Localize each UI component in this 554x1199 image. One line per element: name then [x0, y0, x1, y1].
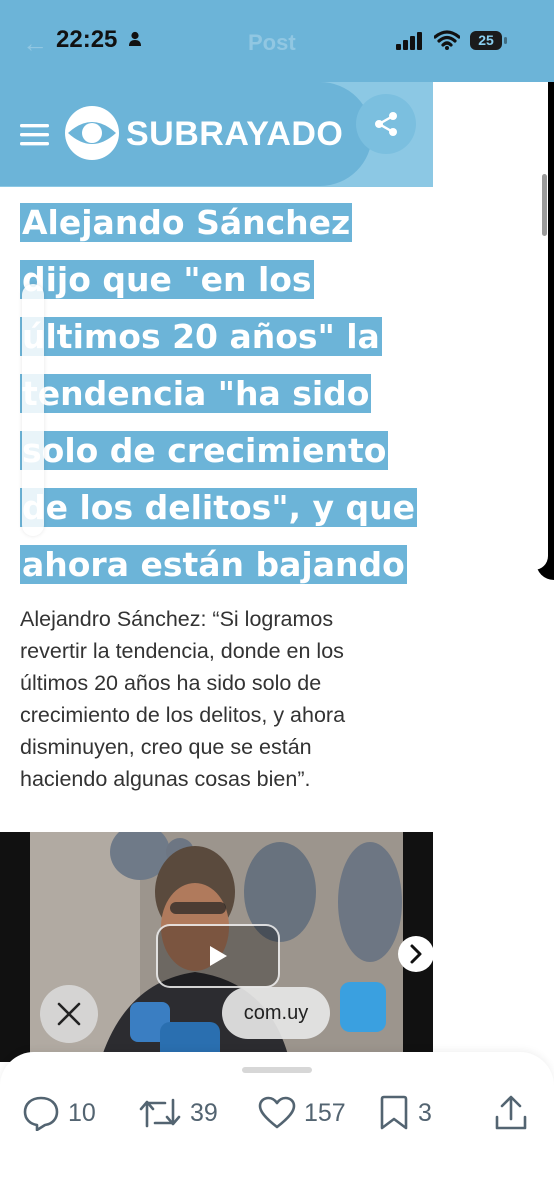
headline-line: ahora están bajando	[20, 545, 407, 584]
status-bar: ← 22:25 Post 25	[0, 0, 554, 82]
repost-button[interactable]: 39	[138, 1094, 218, 1132]
background-edge-inner	[534, 80, 548, 570]
status-time: 22:25	[56, 26, 118, 53]
close-button[interactable]	[40, 985, 98, 1043]
upload-share-icon	[495, 1095, 527, 1130]
play-button[interactable]	[156, 924, 280, 988]
close-icon	[57, 1002, 81, 1026]
bookmark-count: 3	[418, 1098, 432, 1127]
reply-button[interactable]: 10	[22, 1094, 96, 1132]
like-button[interactable]: 157	[258, 1094, 346, 1132]
next-button[interactable]	[398, 936, 434, 972]
headline-line: dijo que "en los	[20, 260, 314, 299]
bookmark-icon	[380, 1095, 408, 1130]
reply-count: 10	[68, 1098, 96, 1127]
text-selection-handle[interactable]	[22, 284, 44, 536]
headline-line: últimos 20 años" la	[20, 317, 382, 356]
like-count: 157	[304, 1098, 346, 1127]
battery-tip	[504, 37, 507, 44]
reply-icon	[23, 1096, 59, 1131]
bookmark-button[interactable]: 3	[378, 1094, 432, 1132]
share-tweet-button[interactable]	[494, 1094, 528, 1132]
screen: ← 22:25 Post 25 SUBRAYADO Alejando Sánch…	[0, 0, 554, 1199]
hamburger-menu-icon[interactable]	[20, 124, 50, 151]
scroll-indicator[interactable]	[542, 174, 547, 236]
background-title: Post	[248, 30, 296, 55]
play-icon	[210, 946, 227, 966]
subrayado-logo-icon	[64, 105, 120, 166]
share-icon	[375, 112, 397, 136]
article-headline: Alejando Sánchez dijo que "en los último…	[20, 194, 420, 593]
person-icon	[128, 31, 142, 52]
site-logo-text[interactable]: SUBRAYADO	[126, 115, 343, 154]
article-body: Alejandro Sánchez: “Si logramos revertir…	[20, 607, 346, 791]
headline-line: de los delitos", y que	[20, 488, 418, 527]
chevron-right-icon	[410, 944, 422, 964]
repost-count: 39	[190, 1098, 218, 1127]
heart-icon	[258, 1096, 296, 1129]
headline-line: solo de crecimiento	[20, 431, 389, 470]
headline-line: Alejando Sánchez	[20, 203, 353, 242]
link-domain-pill[interactable]: com.uy	[222, 987, 330, 1039]
wifi-icon	[433, 30, 461, 55]
battery-icon: 25	[470, 31, 502, 50]
sheet-grabber[interactable]	[242, 1067, 312, 1073]
share-button[interactable]	[356, 94, 416, 154]
headline-line: tendencia "ha sido	[20, 374, 372, 413]
back-arrow-icon[interactable]: ←	[22, 28, 48, 59]
repost-icon	[139, 1098, 181, 1128]
signal-icon	[396, 32, 424, 55]
